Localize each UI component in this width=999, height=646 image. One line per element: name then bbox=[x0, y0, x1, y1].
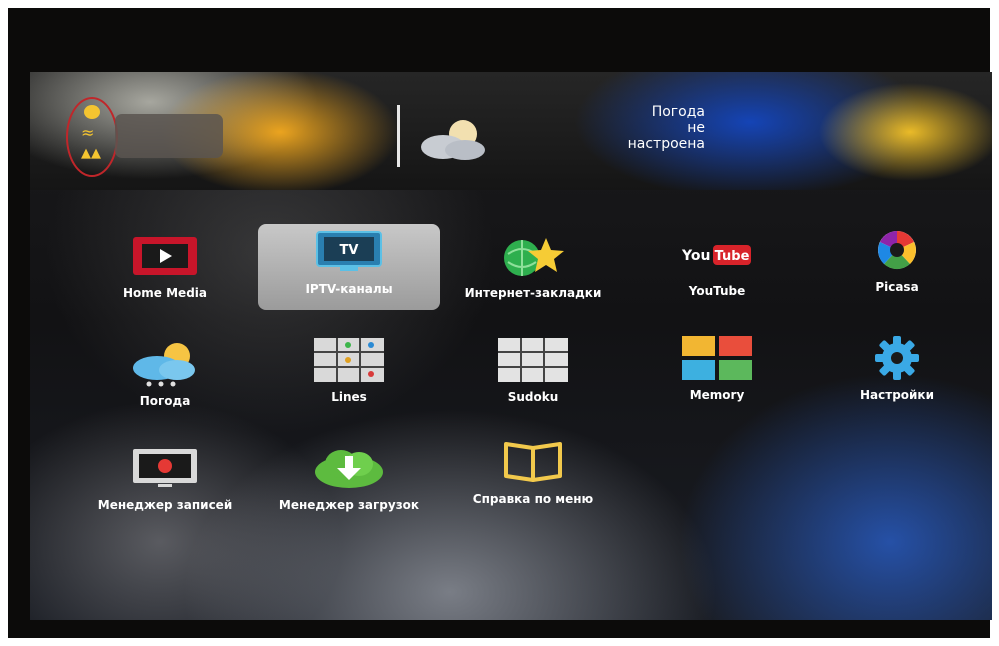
menu-item-label: Настройки bbox=[859, 388, 934, 402]
header-divider bbox=[397, 105, 400, 167]
user-name-placeholder bbox=[115, 114, 223, 158]
menu-item-label: Sudoku bbox=[507, 390, 559, 404]
menu-item-label: Lines bbox=[331, 390, 367, 404]
menu-item-memory[interactable]: Memory bbox=[622, 334, 812, 402]
weather-status: Погода не настроена bbox=[550, 104, 705, 152]
menu-item-iptv[interactable]: TV IPTV-каналы bbox=[254, 228, 444, 296]
lines-grid-icon bbox=[314, 338, 384, 382]
menu-item-label: Home Media bbox=[123, 286, 207, 300]
youtube-logo-you: You bbox=[681, 248, 710, 264]
top-status-bar: ≈ ▲▲ Погода не настроена bbox=[30, 72, 992, 190]
menu-item-home-media[interactable]: Home Media bbox=[70, 232, 260, 300]
weather-cloud-sun-icon bbox=[133, 343, 195, 387]
menu-item-recording-manager[interactable]: Менеджер записей bbox=[70, 444, 260, 512]
menu-item-label: Picasa bbox=[875, 280, 919, 294]
menu-item-label: IPTV-каналы bbox=[305, 282, 393, 296]
menu-item-label: YouTube bbox=[688, 284, 746, 298]
youtube-logo-icon: You Tube bbox=[681, 245, 751, 265]
menu-item-menu-help[interactable]: Справка по меню bbox=[438, 438, 628, 506]
tv-icon: TV bbox=[316, 231, 382, 271]
sudoku-grid-icon bbox=[498, 338, 568, 382]
tv-icon-text: TV bbox=[340, 243, 359, 258]
menu-item-label: Интернет-закладки bbox=[464, 286, 602, 300]
network-status-area: ≈ ▲▲ bbox=[66, 97, 118, 177]
menu-item-label: Погода bbox=[139, 394, 191, 408]
weather-status-line: не bbox=[687, 120, 705, 136]
weather-cloud-sun-icon bbox=[421, 120, 485, 160]
menu-item-youtube[interactable]: You Tube YouTube bbox=[622, 230, 812, 298]
network-icon: ▲▲ bbox=[81, 146, 101, 161]
tv-screen: ≈ ▲▲ Погода не настроена Home Media TV I… bbox=[30, 72, 992, 620]
menu-item-label: Менеджер записей bbox=[97, 498, 233, 512]
film-play-icon bbox=[133, 237, 197, 275]
picasa-icon bbox=[878, 231, 916, 270]
gear-icon bbox=[875, 336, 919, 380]
menu-item-lines[interactable]: Lines bbox=[254, 336, 444, 404]
record-tv-icon bbox=[133, 449, 197, 487]
menu-item-label: Memory bbox=[689, 388, 745, 402]
weather-status-line: Погода bbox=[651, 104, 705, 120]
globe-icon bbox=[84, 105, 100, 119]
youtube-logo-tube: Tube bbox=[715, 249, 750, 264]
book-icon bbox=[504, 442, 562, 482]
menu-item-internet-bookmarks[interactable]: Интернет-закладки bbox=[438, 232, 628, 300]
menu-item-sudoku[interactable]: Sudoku bbox=[438, 336, 628, 404]
menu-item-settings[interactable]: Настройки bbox=[802, 334, 992, 402]
download-cloud-icon bbox=[315, 450, 383, 488]
globe-star-icon bbox=[504, 238, 564, 276]
menu-item-download-manager[interactable]: Менеджер загрузок bbox=[254, 444, 444, 512]
wifi-icon: ≈ bbox=[81, 123, 95, 142]
memory-cards-icon bbox=[682, 336, 752, 380]
menu-item-label: Менеджер загрузок bbox=[278, 498, 420, 512]
menu-item-picasa[interactable]: Picasa bbox=[802, 226, 992, 294]
menu-item-weather[interactable]: Погода bbox=[70, 340, 260, 408]
menu-item-label: Справка по меню bbox=[472, 492, 594, 506]
weather-status-line: настроена bbox=[627, 136, 705, 152]
